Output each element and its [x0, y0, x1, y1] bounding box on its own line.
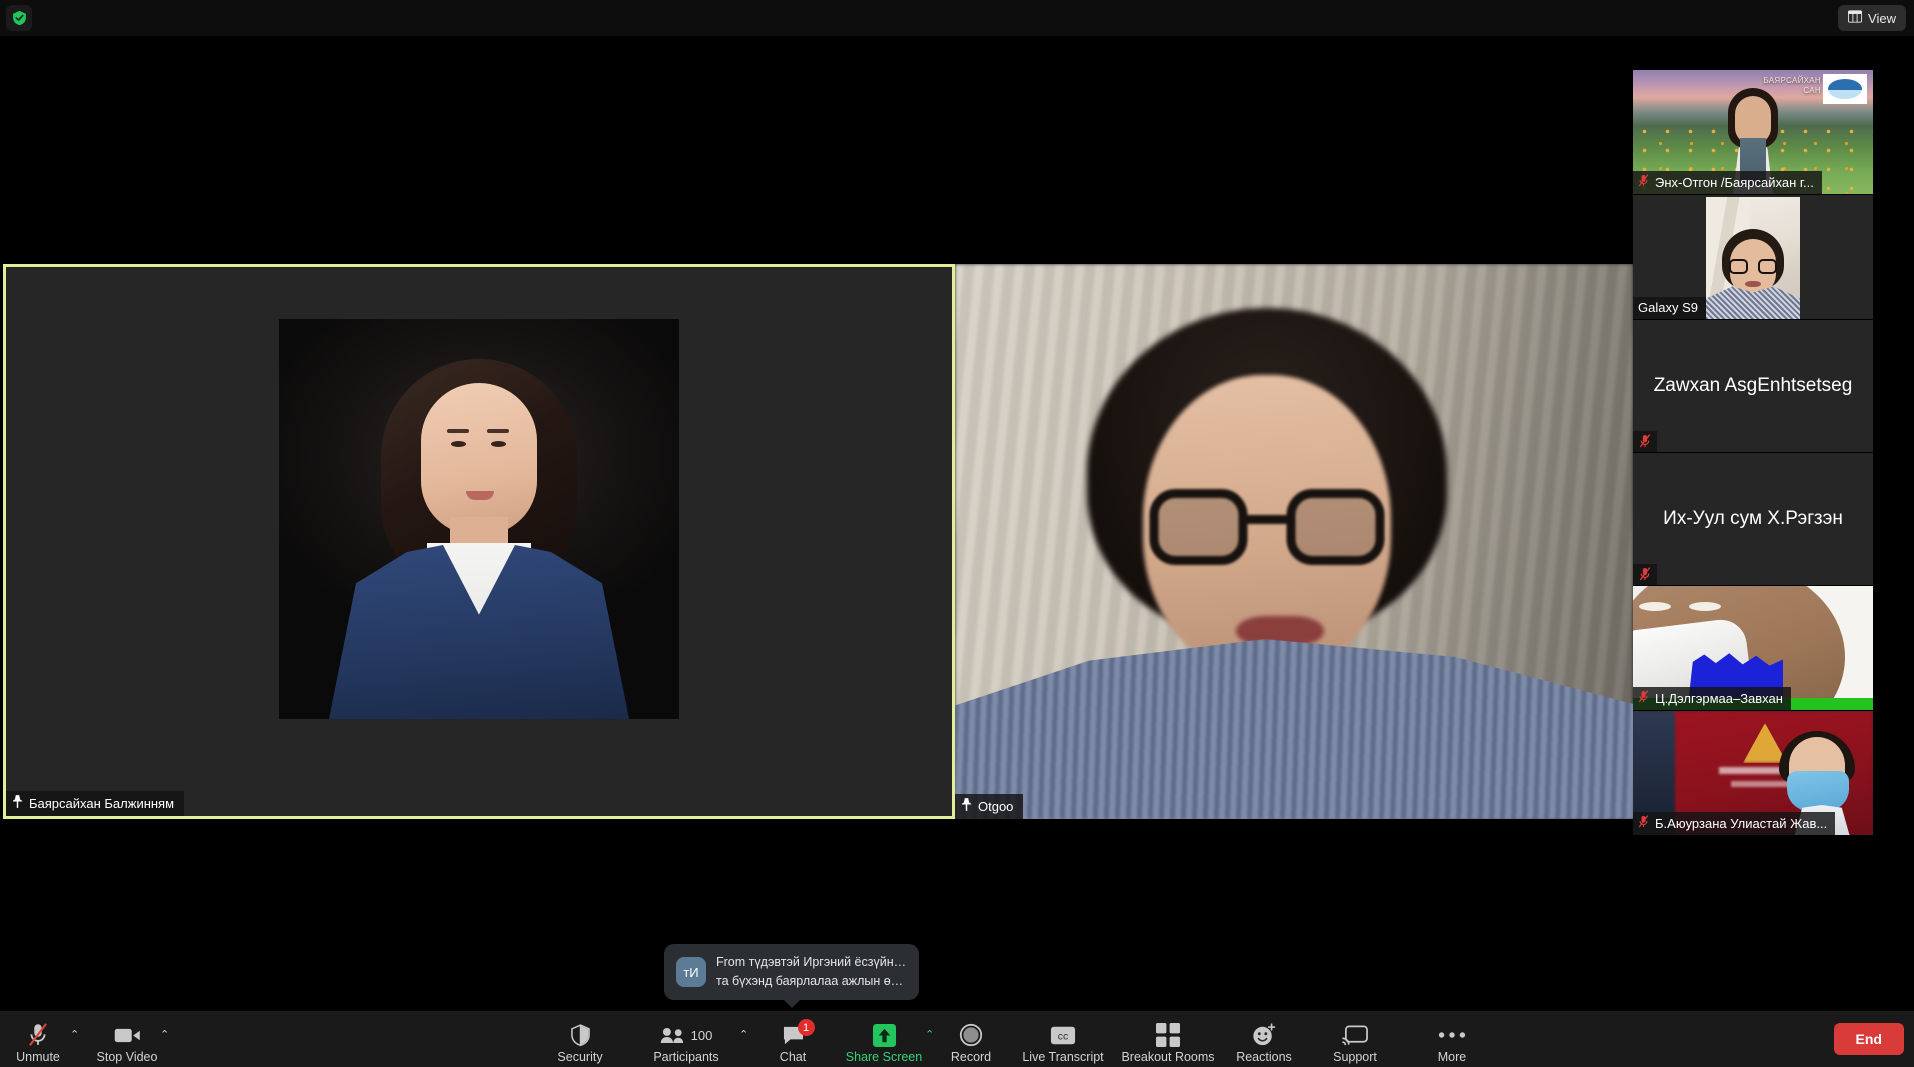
grid-squares-icon [1156, 1022, 1180, 1048]
speaker-tile-primary[interactable]: Баярсайхан Балжинням [3, 264, 955, 819]
support-button-label: Support [1333, 1050, 1377, 1064]
ellipsis-icon [1438, 1022, 1466, 1048]
speaker-profile-photo [279, 319, 679, 719]
share-screen-button[interactable]: Share Screen [836, 1022, 932, 1064]
participants-button-label: Participants [653, 1050, 719, 1064]
smiley-plus-icon [1252, 1022, 1276, 1048]
encryption-shield-icon[interactable] [6, 5, 32, 31]
svg-text:cc: cc [1058, 1031, 1068, 1042]
record-button-label: Record [950, 1050, 992, 1064]
mic-muted-icon [1638, 174, 1649, 190]
chat-sender-avatar: тИ [676, 957, 706, 987]
mic-muted-icon [1638, 815, 1649, 831]
participant-name-label: Ц.Дэлгэрмаа–Завхан [1633, 687, 1791, 710]
share-screen-button-label: Share Screen [845, 1050, 923, 1064]
microphone-muted-icon [28, 1022, 48, 1048]
main-stage: Баярсайхан Балжинням Otgoo [0, 36, 1633, 1011]
chat-notification-toast[interactable]: тИ From түдэвтэй Иргэний ёсзүйн б... та … [664, 944, 919, 1000]
support-button[interactable]: Support [1307, 1022, 1403, 1064]
filmstrip-tile[interactable]: БАЯРСАЙХАН САН Энх-Отгон /Баярсайхан г... [1633, 70, 1873, 194]
chat-bubble-icon: 1 [782, 1019, 815, 1048]
speaker-tile-secondary[interactable]: Otgoo [955, 264, 1633, 819]
share-screen-icon [872, 1022, 897, 1048]
breakout-rooms-button-label: Breakout Rooms [1121, 1050, 1215, 1064]
mic-muted-icon [1633, 564, 1657, 585]
live-transcript-button-label: Live Transcript [1022, 1050, 1104, 1064]
participant-filmstrip[interactable]: БАЯРСАЙХАН САН Энх-Отгон /Баярсайхан г... [1633, 70, 1873, 835]
live-transcript-button[interactable]: cc Live Transcript [1015, 1022, 1111, 1064]
participant-name-text: Zawxan AsgEnhtsetseg [1653, 375, 1853, 396]
speaker-name-label: Баярсайхан Балжинням [6, 791, 185, 816]
chat-message-line-1: From түдэвтэй Иргэний ёсзүйн б... [716, 955, 907, 970]
chat-message-line-2: та бүхэнд баярлалаа ажлын өндө... [716, 974, 907, 988]
view-button-label: View [1868, 10, 1896, 26]
chat-unread-badge: 1 [797, 1019, 815, 1036]
record-circle-icon [959, 1022, 983, 1048]
participant-name-label: Энх-Отгон /Баярсайхан г... [1633, 171, 1822, 194]
participants-count: 100 [690, 1027, 713, 1043]
video-options-chevron-icon[interactable]: ⌃ [160, 1028, 169, 1041]
chat-button-label: Chat [779, 1050, 807, 1064]
filmstrip-tile[interactable]: Galaxy S9 [1633, 195, 1873, 319]
video-camera-icon [114, 1022, 141, 1048]
chat-button[interactable]: 1 Chat [745, 1019, 841, 1064]
stop-video-button-label: Stop Video [96, 1050, 158, 1064]
view-button[interactable]: View [1838, 5, 1906, 31]
shield-icon [570, 1022, 590, 1048]
filmstrip-tile[interactable]: Их-Уул сум Х.Рэгзэн [1633, 453, 1873, 585]
participant-name-text: Энх-Отгон /Баярсайхан г... [1655, 174, 1814, 190]
speaker-name-label: Otgoo [955, 794, 1024, 819]
unmute-button-label: Unmute [16, 1050, 60, 1064]
end-meeting-button[interactable]: End [1833, 1023, 1904, 1055]
participant-name-text: Б.Аюурзана Улиастай Жав... [1655, 815, 1828, 831]
people-icon: 100 [660, 1022, 713, 1048]
participant-name-label: Galaxy S9 [1633, 297, 1706, 319]
cast-screen-icon [1342, 1022, 1368, 1048]
mic-muted-icon [1633, 431, 1657, 452]
filmstrip-tile[interactable]: Б.Аюурзана Улиастай Жав... [1633, 711, 1873, 835]
zoom-meeting-window: View Баярсайхан Балжинням Otgoo БАЯРСАЙХ… [0, 0, 1914, 1067]
security-button[interactable]: Security [532, 1022, 628, 1064]
record-button[interactable]: Record [923, 1022, 1019, 1064]
reactions-button-label: Reactions [1236, 1050, 1292, 1064]
breakout-rooms-button[interactable]: Breakout Rooms [1120, 1022, 1216, 1064]
filmstrip-tile[interactable]: Zawxan AsgEnhtsetseg [1633, 320, 1873, 452]
participants-button[interactable]: 100 Participants [638, 1022, 734, 1064]
participant-name-text: Galaxy S9 [1638, 300, 1698, 315]
pin-icon [12, 795, 23, 811]
more-button[interactable]: More [1404, 1022, 1500, 1064]
closed-caption-icon: cc [1050, 1022, 1076, 1048]
mic-muted-icon [1638, 690, 1649, 706]
audio-options-chevron-icon[interactable]: ⌃ [70, 1028, 79, 1041]
top-bar: View [0, 0, 1914, 36]
more-button-label: More [1437, 1050, 1467, 1064]
filmstrip-tile[interactable]: Ц.Дэлгэрмаа–Завхан [1633, 586, 1873, 710]
security-button-label: Security [557, 1050, 603, 1064]
layout-grid-icon [1848, 10, 1863, 26]
reactions-button[interactable]: Reactions [1216, 1022, 1312, 1064]
speaker-video-feed [955, 264, 1633, 819]
participant-name-text: Их-Уул сум Х.Рэгзэн [1663, 508, 1843, 529]
meeting-toolbar: Unmute ⌃ Stop Video ⌃ Security 100 Parti… [0, 1011, 1914, 1067]
speaker-name-text: Otgoo [978, 798, 1014, 814]
pin-icon [961, 798, 972, 814]
participant-name-label: Б.Аюурзана Улиастай Жав... [1633, 812, 1836, 835]
speaker-name-text: Баярсайхан Балжинням [29, 795, 175, 811]
participant-name-text: Ц.Дэлгэрмаа–Завхан [1655, 690, 1783, 706]
